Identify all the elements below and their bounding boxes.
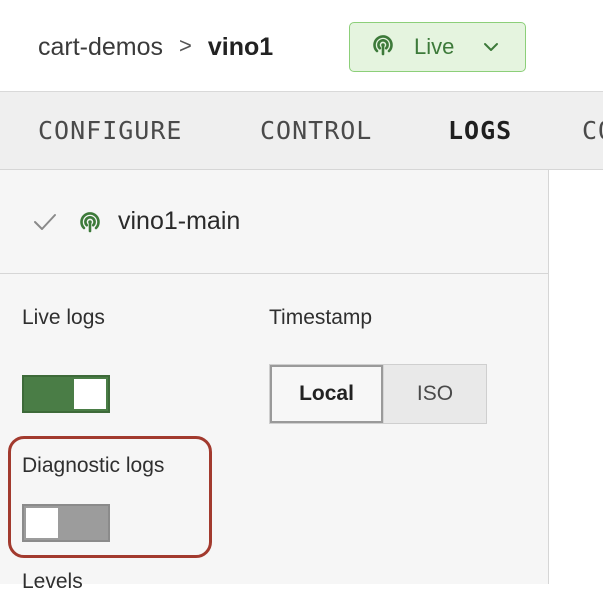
timestamp-selector: Local ISO: [269, 364, 487, 424]
tab-configure[interactable]: CONFIGURE: [38, 116, 182, 145]
breadcrumb-separator: >: [179, 33, 192, 58]
toggle-knob: [74, 379, 106, 409]
timestamp-option-local[interactable]: Local: [270, 365, 383, 423]
levels-label: Levels: [22, 570, 83, 593]
top-header: cart-demos > vino1 Live: [0, 0, 603, 92]
chevron-down-icon: [483, 39, 499, 60]
status-dropdown[interactable]: Live: [349, 22, 526, 72]
broadcast-icon: [370, 32, 396, 63]
breadcrumb-current: vino1: [207, 32, 274, 61]
check-icon: [33, 212, 57, 237]
status-label: Live: [414, 34, 455, 59]
tab-control[interactable]: CONTROL: [260, 116, 372, 145]
live-logs-label: Live logs: [22, 306, 105, 329]
breadcrumb: cart-demos > vino1: [38, 30, 273, 64]
live-logs-toggle[interactable]: [22, 375, 110, 413]
timestamp-label: Timestamp: [269, 306, 373, 329]
service-row[interactable]: vino1-main: [0, 170, 548, 274]
service-name: vino1-main: [118, 207, 241, 235]
log-output-area: [550, 170, 603, 584]
tab-logs[interactable]: LOGS: [448, 116, 512, 145]
breadcrumb-project[interactable]: cart-demos: [38, 33, 163, 62]
diagnostic-logs-label: Diagnostic logs: [22, 454, 165, 477]
diagnostic-logs-toggle[interactable]: [22, 504, 110, 542]
broadcast-icon: [77, 209, 103, 240]
tab-overflow[interactable]: CO: [582, 116, 603, 145]
timestamp-option-iso[interactable]: ISO: [383, 365, 486, 423]
toggle-knob: [26, 508, 58, 538]
logs-settings-panel: vino1-main Live logs Timestamp Local ISO…: [0, 170, 549, 593]
tab-bar: CONFIGURE CONTROL LOGS CO: [0, 92, 603, 170]
